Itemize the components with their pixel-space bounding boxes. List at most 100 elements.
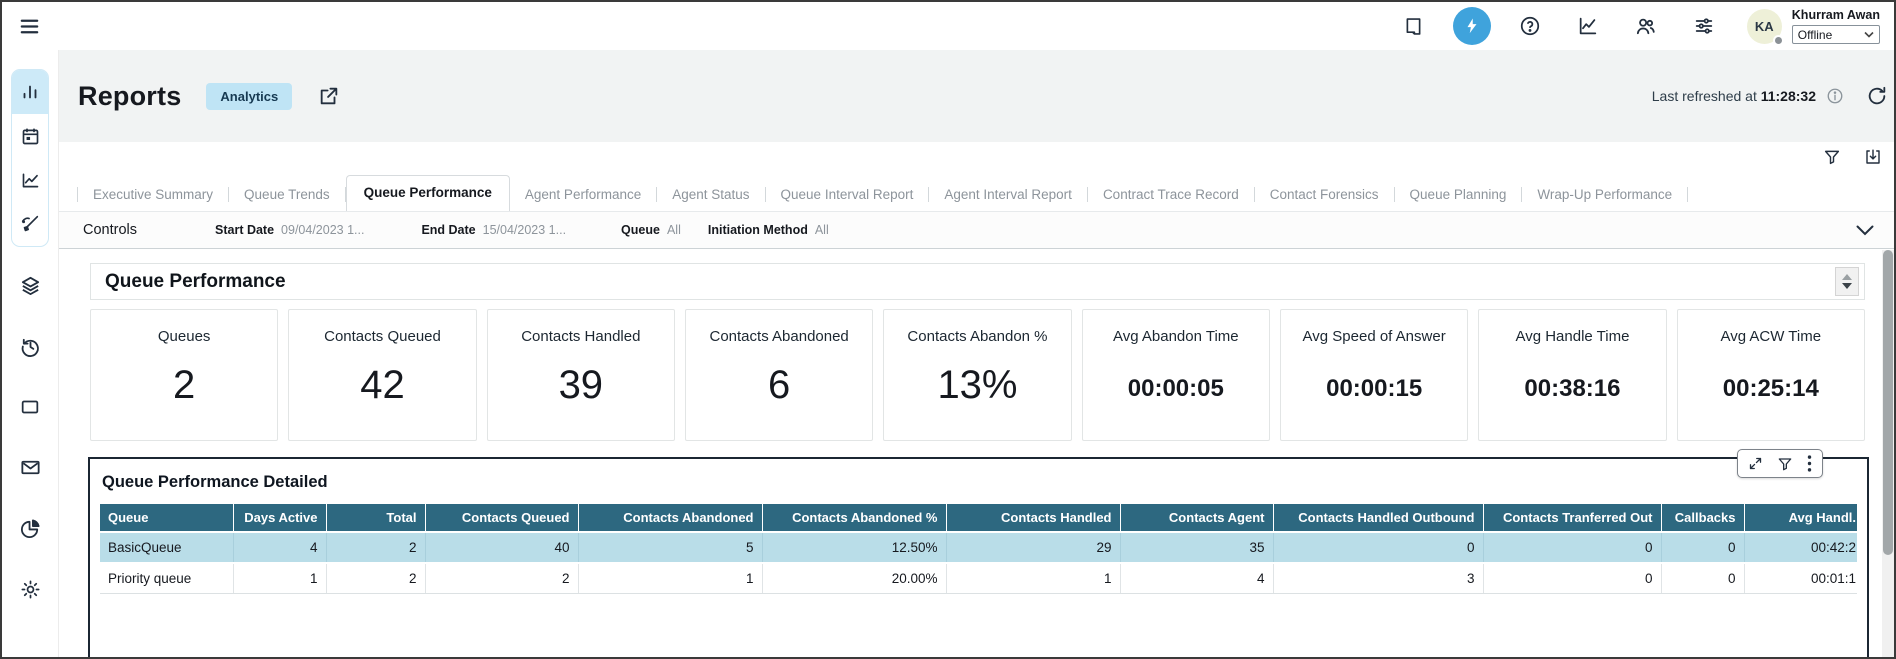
table-cell: 5 <box>578 532 762 563</box>
sidebar-item-designer[interactable] <box>12 202 48 246</box>
page-header: Reports Analytics Last refreshed at 11:2… <box>59 50 1894 142</box>
filter-value: All <box>667 223 681 237</box>
queue-performance-table: Queue Days Active Total Contacts Queued … <box>100 504 1857 594</box>
external-link-icon[interactable] <box>318 85 340 107</box>
user-block: Khurram Awan Offline <box>1792 8 1884 44</box>
chevron-down-icon <box>1864 31 1874 38</box>
section-spinner[interactable] <box>1835 267 1859 296</box>
table-cell: BasicQueue <box>100 532 233 563</box>
tab-executive-summary[interactable]: Executive Summary <box>78 179 228 211</box>
kpi-card-avg-handle-time: Avg Handle Time 00:38:16 <box>1478 309 1666 441</box>
last-refreshed-text: Last refreshed at 11:28:32 <box>1652 88 1816 104</box>
tab-agent-performance[interactable]: Agent Performance <box>510 179 656 211</box>
sliders-icon[interactable] <box>1675 15 1733 37</box>
sidebar-item-pie-reports[interactable] <box>19 517 42 540</box>
form-icon[interactable] <box>1385 16 1443 37</box>
tab-queue-performance[interactable]: Queue Performance <box>346 175 510 211</box>
table-row-basicqueue[interactable]: BasicQueue 4 2 40 5 12.50% 29 35 0 0 0 <box>100 532 1857 563</box>
table-cell: 1 <box>578 563 762 594</box>
column-header[interactable]: Contacts Agent <box>1120 504 1273 532</box>
table-cell: 4 <box>233 532 326 563</box>
mail-icon <box>19 456 42 479</box>
column-header[interactable]: Contacts Handled <box>946 504 1120 532</box>
column-header[interactable]: Contacts Abandoned <box>578 504 762 532</box>
column-header[interactable]: Callbacks <box>1661 504 1744 532</box>
kpi-value: 00:38:16 <box>1524 375 1620 403</box>
kpi-card-row: Queues 2 Contacts Queued 42 Contacts Han… <box>90 309 1865 441</box>
kpi-card-contacts-queued: Contacts Queued 42 <box>288 309 476 441</box>
kpi-value: 00:00:05 <box>1128 375 1224 403</box>
lightning-active-circle <box>1453 7 1491 45</box>
users-icon[interactable] <box>1617 15 1675 38</box>
widget-filter-icon[interactable] <box>1777 456 1793 472</box>
table-cell: 4 <box>1120 563 1273 594</box>
filter-value: 15/04/2023 1... <box>483 223 566 237</box>
sidebar-item-settings[interactable] <box>19 578 42 601</box>
tab-agent-status[interactable]: Agent Status <box>657 179 764 211</box>
column-header[interactable]: Contacts Handled Outbound <box>1273 504 1483 532</box>
table-cell: 0 <box>1483 563 1661 594</box>
hamburger-menu-icon[interactable] <box>18 15 41 38</box>
table-title: Queue Performance Detailed <box>102 473 1867 492</box>
filter-initiation-method[interactable]: Initiation Method All <box>708 223 829 237</box>
refresh-icon[interactable] <box>1866 85 1888 107</box>
filter-end-date[interactable]: End Date 15/04/2023 1... <box>421 223 566 237</box>
expand-icon[interactable] <box>1748 456 1763 471</box>
history-icon <box>19 335 42 358</box>
tab-queue-trends[interactable]: Queue Trends <box>229 179 345 211</box>
table-cell: 3 <box>1273 563 1483 594</box>
column-header[interactable]: Total <box>326 504 425 532</box>
export-icon[interactable] <box>1864 148 1882 166</box>
filter-icon[interactable] <box>1823 148 1841 166</box>
kpi-card-avg-speed-of-answer: Avg Speed of Answer 00:00:15 <box>1280 309 1468 441</box>
column-header[interactable]: Avg Handl. <box>1744 504 1857 532</box>
filter-label: Queue <box>621 223 660 237</box>
column-header[interactable]: Contacts Tranferred Out <box>1483 504 1661 532</box>
column-header[interactable]: Queue <box>100 504 233 532</box>
tab-queue-planning[interactable]: Queue Planning <box>1395 179 1522 211</box>
table-cell: 2 <box>326 563 425 594</box>
vertical-scrollbar[interactable] <box>1882 250 1894 657</box>
sidebar-item-layers[interactable] <box>19 274 42 297</box>
avatar[interactable]: KA <box>1747 9 1782 44</box>
controls-label: Controls <box>83 222 137 238</box>
tab-wrap-up-performance[interactable]: Wrap-Up Performance <box>1522 179 1687 211</box>
table-cell: 1 <box>233 563 326 594</box>
filter-start-date[interactable]: Start Date 09/04/2023 1... <box>215 223 364 237</box>
kpi-label: Contacts Abandoned <box>710 328 849 345</box>
info-icon[interactable] <box>1826 87 1844 105</box>
sidebar-item-dashboards[interactable] <box>12 70 48 114</box>
filter-value: 09/04/2023 1... <box>281 223 364 237</box>
bar-chart-icon <box>19 81 41 103</box>
sidebar-item-trends[interactable] <box>12 158 48 202</box>
status-select[interactable]: Offline <box>1792 25 1880 44</box>
lightning-icon[interactable] <box>1443 7 1501 45</box>
filter-queue[interactable]: Queue All <box>621 223 681 237</box>
tab-queue-interval-report[interactable]: Queue Interval Report <box>766 179 929 211</box>
kpi-value: 00:25:14 <box>1723 375 1819 403</box>
table-cell: Priority queue <box>100 563 233 594</box>
tab-contact-forensics[interactable]: Contact Forensics <box>1255 179 1394 211</box>
column-header[interactable]: Days Active <box>233 504 326 532</box>
kebab-menu-icon[interactable] <box>1807 455 1812 472</box>
sidebar-item-mail[interactable] <box>19 456 42 479</box>
sidebar-item-history[interactable] <box>19 335 42 358</box>
column-header[interactable]: Contacts Abandoned % <box>762 504 946 532</box>
section-header: Queue Performance <box>90 263 1865 300</box>
tab-contract-trace-record[interactable]: Contract Trace Record <box>1088 179 1254 211</box>
sidebar-item-calendar[interactable] <box>12 114 48 158</box>
scrollbar-thumb[interactable] <box>1883 250 1893 555</box>
table-cell: 00:42:2 <box>1744 532 1857 563</box>
kpi-label: Avg Handle Time <box>1515 328 1629 345</box>
metrics-icon[interactable] <box>1559 15 1617 37</box>
column-header[interactable]: Contacts Queued <box>425 504 578 532</box>
table-row-priority-queue[interactable]: Priority queue 1 2 2 1 20.00% 1 4 3 0 0 <box>100 563 1857 594</box>
help-icon[interactable] <box>1501 15 1559 37</box>
tab-agent-interval-report[interactable]: Agent Interval Report <box>929 179 1087 211</box>
table-cell: 12.50% <box>762 532 946 563</box>
table-cell: 0 <box>1273 532 1483 563</box>
filter-label: End Date <box>421 223 475 237</box>
kpi-card-queues: Queues 2 <box>90 309 278 441</box>
sidebar-item-window[interactable] <box>19 396 41 418</box>
controls-collapse-chevron-icon[interactable] <box>1856 225 1874 236</box>
